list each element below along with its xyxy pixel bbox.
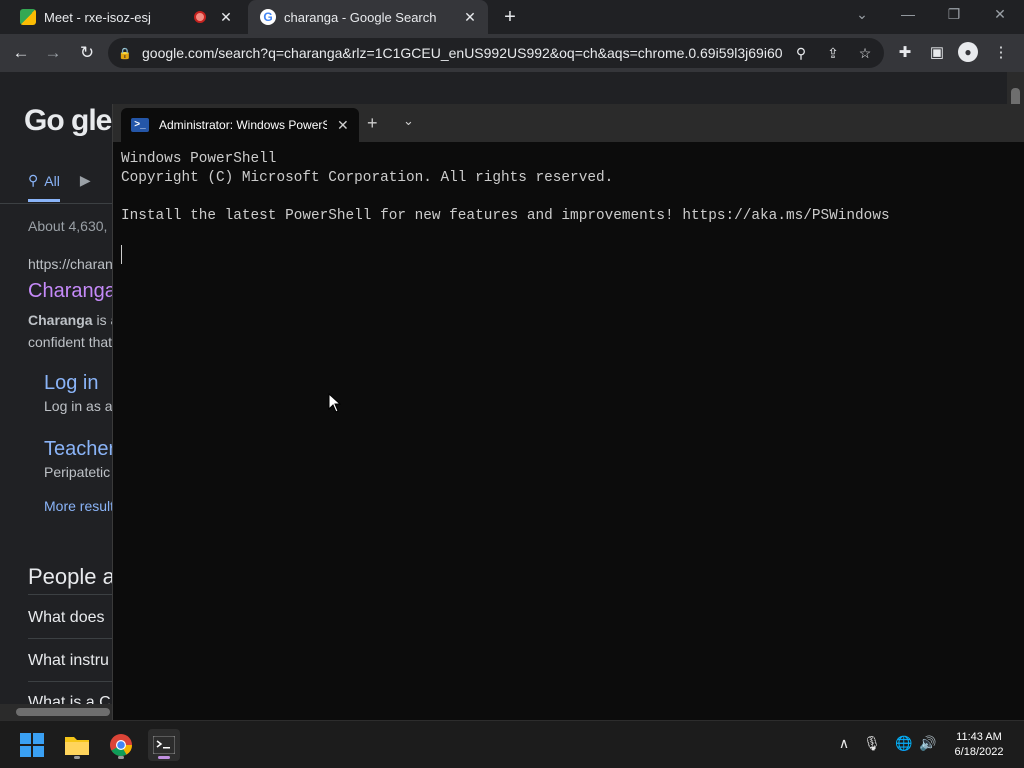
browser-tab-title: Meet - rxe-isoz-esj [44, 9, 151, 25]
chrome-tab-strip: Meet - rxe-isoz-esj ✕ G charanga - Googl… [0, 0, 1024, 34]
paa-question[interactable]: What instru [28, 652, 109, 670]
close-tab-icon[interactable]: ✕ [462, 9, 478, 26]
sitelink-teacher[interactable]: Teacher [44, 438, 115, 461]
clock-date: 6/18/2022 [954, 746, 1004, 758]
terminal-tab[interactable]: >_ Administrator: Windows PowerS ✕ [121, 108, 359, 142]
paa-question[interactable]: What is a C [28, 694, 111, 704]
profile-icon[interactable]: ● [958, 42, 980, 64]
browser-tab-title: charanga - Google Search [284, 9, 437, 25]
result-stats: About 4,630, [28, 218, 108, 234]
divider [28, 681, 118, 682]
more-results-link[interactable]: More result [44, 498, 114, 514]
recording-indicator-icon [194, 11, 206, 23]
desktop-screen: Meet - rxe-isoz-esj ✕ G charanga - Googl… [0, 0, 1024, 768]
minimize-icon[interactable]: — [898, 6, 918, 22]
network-icon[interactable]: 🌐 [893, 735, 915, 752]
chrome-menu-icon[interactable]: ⋮ [990, 42, 1012, 64]
divider [28, 594, 118, 595]
text-cursor [121, 245, 122, 264]
windows-logo-icon [20, 733, 44, 757]
close-window-icon[interactable]: ✕ [990, 6, 1010, 23]
search-icon: ⚲ [28, 172, 39, 188]
url-text[interactable]: google.com/search?q=charanga&rlz=1C1GCEU… [142, 45, 782, 61]
chevron-up-icon[interactable]: ∧ [833, 735, 855, 752]
sitelink-snippet: Log in as a [44, 398, 113, 414]
lock-icon[interactable]: 🔒 [118, 47, 134, 60]
result-title-link[interactable]: Charanga [28, 280, 116, 303]
browser-tab-google[interactable]: G charanga - Google Search ✕ [248, 0, 488, 34]
snippet-bold: Charanga [28, 312, 93, 328]
terminal-line: Install the latest PowerShell for new fe… [121, 208, 890, 224]
result-snippet: Charanga is a [28, 312, 118, 328]
folder-icon [65, 737, 89, 755]
share-icon[interactable]: ⇪ [824, 44, 842, 62]
terminal-window[interactable]: >_ Administrator: Windows PowerS ✕ + ⌄ W… [112, 104, 1024, 720]
restore-icon[interactable]: ❐ [944, 6, 964, 23]
avatar: ● [958, 42, 978, 62]
active-indicator [158, 756, 170, 759]
mouse-pointer-icon [328, 393, 342, 413]
powershell-icon: >_ [131, 118, 149, 132]
terminal-tab-title: Administrator: Windows PowerS [159, 118, 327, 132]
tab-all[interactable]: ⚲ All [28, 172, 60, 202]
file-explorer-button[interactable] [61, 729, 93, 761]
browser-tab-meet[interactable]: Meet - rxe-isoz-esj ✕ [8, 0, 244, 34]
side-panel-icon[interactable]: ▣ [926, 42, 948, 64]
running-indicator [74, 756, 80, 759]
video-tab-icon[interactable]: ▶ [80, 172, 91, 202]
bookmark-star-icon[interactable]: ☆ [856, 44, 874, 62]
chevron-down-icon[interactable]: ⌄ [403, 113, 414, 129]
meet-icon [20, 9, 36, 25]
search-tabs: ⚲ All ▶ [28, 172, 91, 202]
terminal-icon [153, 736, 175, 754]
result-cite[interactable]: https://charan [28, 256, 113, 272]
address-bar[interactable]: 🔒 google.com/search?q=charanga&rlz=1C1GC… [108, 38, 884, 68]
start-button[interactable] [16, 729, 48, 761]
microphone-icon[interactable]: 🎙 [861, 735, 883, 752]
google-doodle-logo[interactable]: Go gle [24, 104, 112, 138]
result-snippet-line2: confident that [28, 334, 113, 350]
terminal-line: Windows PowerShell [121, 151, 277, 167]
volume-icon[interactable]: 🔊 [917, 735, 939, 752]
back-icon[interactable]: ← [10, 42, 32, 64]
sitelink-login[interactable]: Log in [44, 372, 99, 395]
running-indicator [118, 756, 124, 759]
new-tab-button[interactable]: + [499, 6, 521, 28]
taskbar: ∧ 🎙 🌐 🔊 11:43 AM 6/18/2022 [0, 720, 1024, 768]
people-also-ask-heading: People a [28, 564, 115, 589]
divider [28, 638, 118, 639]
system-clock[interactable]: 11:43 AM 6/18/2022 [940, 730, 1018, 760]
extensions-icon[interactable]: ✚ [894, 42, 916, 64]
tab-all-label: All [44, 172, 60, 189]
reload-icon[interactable]: ↻ [76, 42, 98, 64]
chrome-icon [110, 734, 132, 756]
browser-toolbar: ← → ↻ 🔒 google.com/search?q=charanga&rlz… [0, 34, 1024, 72]
sitelink-snippet: Peripatetic [44, 464, 111, 480]
chrome-taskbar-button[interactable] [105, 729, 137, 761]
close-tab-icon[interactable]: ✕ [218, 9, 234, 26]
new-terminal-tab-icon[interactable]: + [367, 113, 378, 134]
terminal-tab-bar: >_ Administrator: Windows PowerS ✕ + ⌄ [113, 104, 1024, 142]
google-icon: G [260, 9, 276, 25]
tab-search-icon[interactable]: ⌄ [852, 6, 872, 23]
terminal-taskbar-button[interactable] [148, 729, 180, 761]
scrollbar-thumb[interactable] [16, 708, 110, 716]
clock-time: 11:43 AM [956, 731, 1002, 743]
paa-question[interactable]: What does [28, 609, 104, 627]
close-tab-icon[interactable]: ✕ [337, 117, 349, 134]
forward-icon[interactable]: → [42, 42, 64, 64]
location-icon[interactable]: ⚲ [792, 44, 810, 62]
terminal-line: Copyright (C) Microsoft Corporation. All… [121, 170, 614, 186]
terminal-output[interactable]: Windows PowerShell Copyright (C) Microsof… [121, 150, 890, 226]
horizontal-scrollbar[interactable] [0, 704, 112, 720]
